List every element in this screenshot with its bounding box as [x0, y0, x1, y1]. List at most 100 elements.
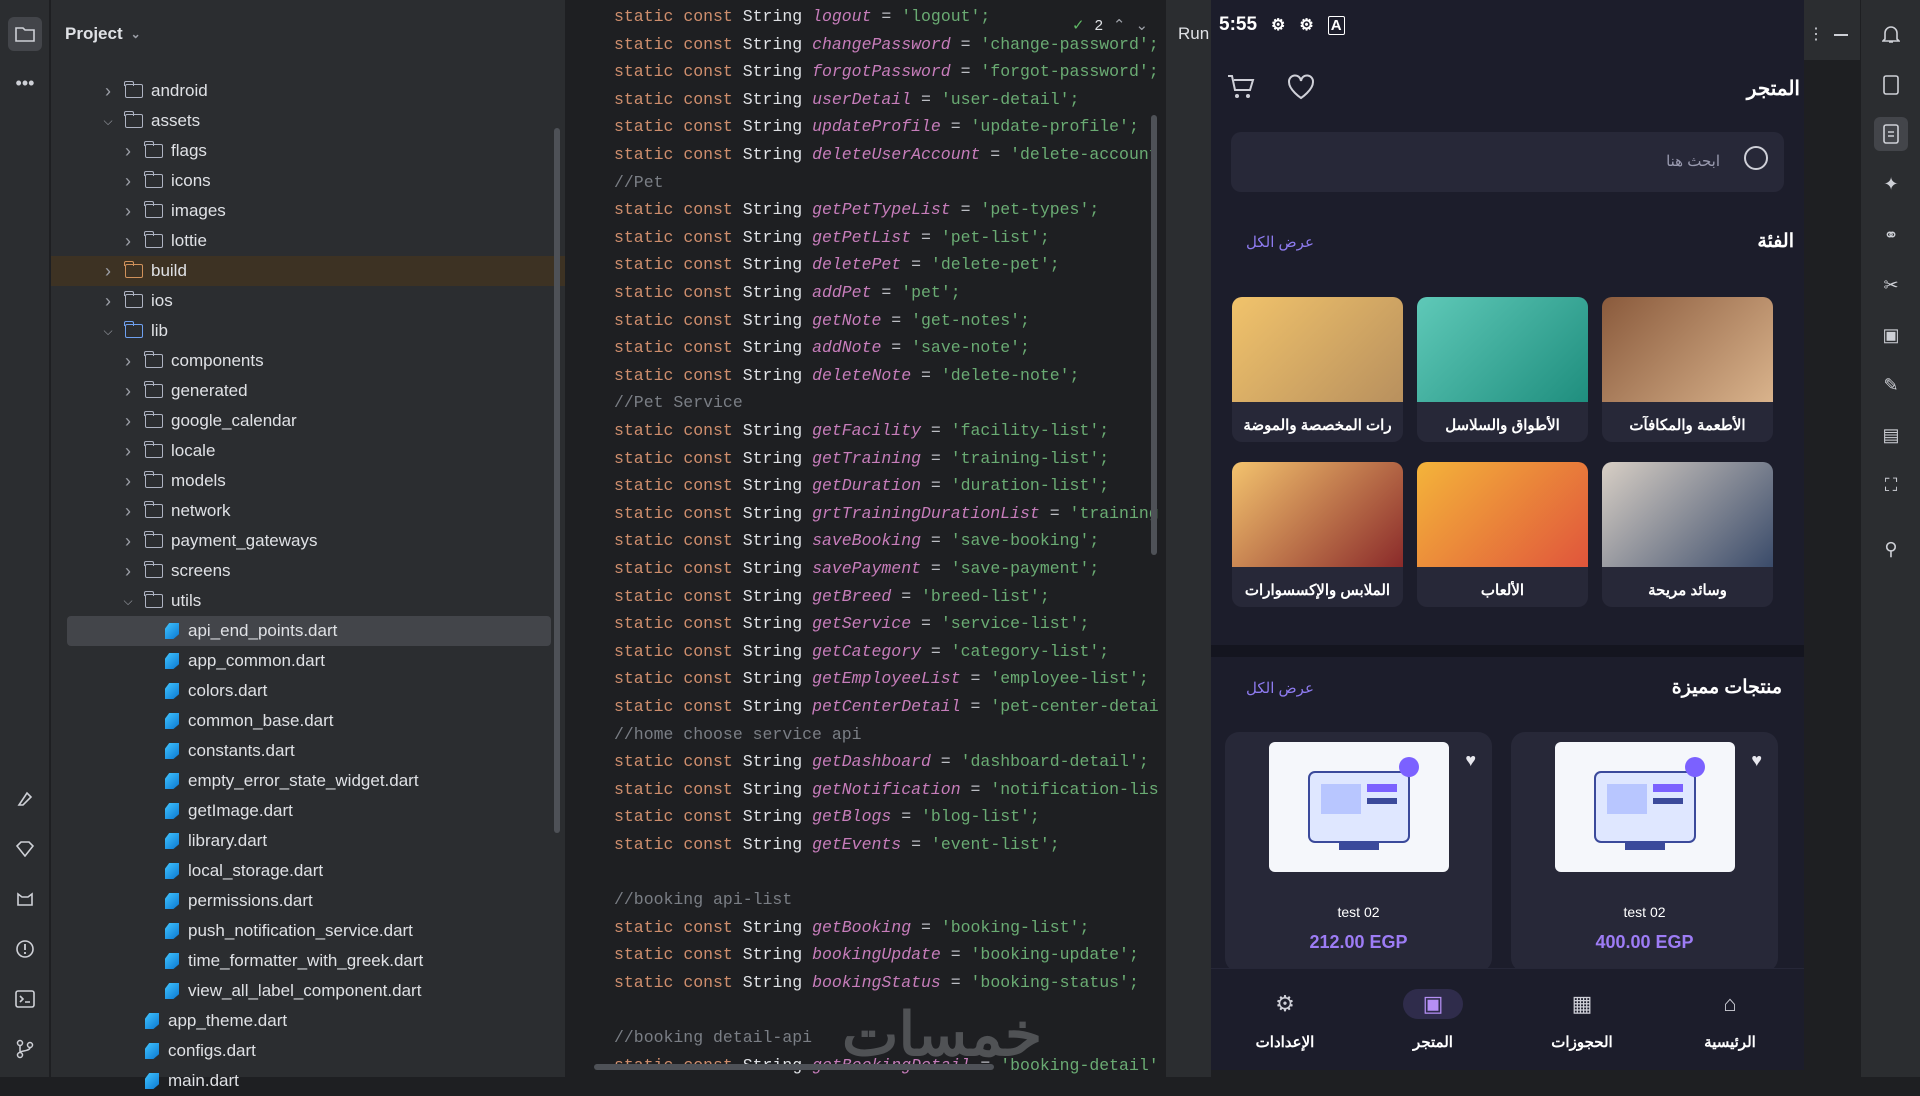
file-item[interactable]: time_formatter_with_greek.dart — [51, 946, 565, 976]
heart-icon[interactable]: ♥ — [1751, 750, 1762, 771]
terminal-icon[interactable] — [8, 982, 42, 1016]
device-explorer-icon[interactable]: ▤ — [1874, 418, 1908, 452]
nav-item-1[interactable]: ▦ الحجوزات — [1508, 969, 1656, 1070]
problems-icon[interactable] — [8, 932, 42, 966]
chevron-right-icon[interactable]: › — [121, 352, 135, 370]
cart-icon[interactable] — [1227, 74, 1255, 107]
gemini-sparkle-icon[interactable]: ✦ — [1874, 167, 1908, 201]
chevron-right-icon[interactable]: › — [121, 562, 135, 580]
folder-item[interactable]: › flags — [51, 136, 565, 166]
category-card[interactable]: الأطعمة والمكافآت — [1602, 297, 1773, 442]
code-line[interactable]: static const String getTraining = 'train… — [614, 446, 1109, 472]
file-item[interactable]: app_theme.dart — [51, 1006, 565, 1036]
category-card[interactable]: رات المخصصة والموضة — [1232, 297, 1403, 442]
editor-vertical-scrollbar[interactable] — [1151, 115, 1157, 555]
chevron-right-icon[interactable]: › — [121, 442, 135, 460]
code-line[interactable]: static const String addNote = 'save-note… — [614, 335, 1030, 361]
folder-item[interactable]: › locale — [51, 436, 565, 466]
code-line[interactable]: static const String updateProfile = 'upd… — [614, 114, 1139, 140]
code-line[interactable]: static const String addPet = 'pet'; — [614, 280, 961, 306]
code-line[interactable]: static const String getService = 'servic… — [614, 611, 1089, 637]
file-item[interactable]: colors.dart — [51, 676, 565, 706]
code-line[interactable]: static const String getNote = 'get-notes… — [614, 308, 1030, 334]
product-card[interactable]: ♥ test 02 212.00 EGP — [1225, 732, 1492, 972]
scissors-icon[interactable]: ✂ — [1874, 268, 1908, 302]
chevron-right-icon[interactable]: › — [121, 232, 135, 250]
notifications-bell-icon[interactable] — [1874, 17, 1908, 51]
chevron-right-icon[interactable]: › — [101, 82, 115, 100]
code-editor[interactable]: static const String logout = 'logout'; st… — [566, 0, 1166, 1077]
code-line[interactable]: static const String petCenterDetail = 'p… — [614, 694, 1159, 720]
file-item[interactable]: view_all_label_component.dart — [51, 976, 565, 1006]
nav-item-0[interactable]: ⌂ الرئيسية — [1656, 969, 1804, 1070]
more-vertical-icon[interactable]: ⋮ — [1808, 24, 1824, 44]
folder-item[interactable]: ⌵ utils — [51, 586, 565, 616]
code-line[interactable]: static const String bookingUpdate = 'boo… — [614, 942, 1139, 968]
folder-item[interactable]: › payment_gateways — [51, 526, 565, 556]
code-line[interactable]: static const String getCategory = 'categ… — [614, 639, 1109, 665]
code-line[interactable]: //booking api-list — [614, 887, 792, 913]
file-item[interactable]: constants.dart — [51, 736, 565, 766]
chevron-right-icon[interactable]: › — [121, 532, 135, 550]
run-tab[interactable]: Run — [1178, 24, 1209, 44]
code-line[interactable]: static const String getEmployeeList = 'e… — [614, 666, 1149, 692]
chevron-right-icon[interactable]: › — [121, 142, 135, 160]
code-line[interactable]: static const String getNotification = 'n… — [614, 777, 1159, 803]
heart-icon[interactable]: ♥ — [1465, 750, 1476, 771]
folder-item[interactable]: › build — [51, 256, 565, 286]
categories-view-all[interactable]: عرض الكل — [1246, 233, 1314, 251]
file-item[interactable]: library.dart — [51, 826, 565, 856]
product-card[interactable]: ♥ test 02 400.00 EGP — [1511, 732, 1778, 972]
chevron-down-icon[interactable]: ⌵ — [101, 114, 115, 128]
minimize-icon[interactable] — [1834, 34, 1848, 36]
folder-item[interactable]: › icons — [51, 166, 565, 196]
file-item[interactable]: push_notification_service.dart — [51, 916, 565, 946]
code-line[interactable]: static const String getFacility = 'facil… — [614, 418, 1109, 444]
code-line[interactable]: static const String getPetList = 'pet-li… — [614, 225, 1050, 251]
chevron-right-icon[interactable]: › — [101, 262, 115, 280]
folder-item[interactable]: › network — [51, 496, 565, 526]
folder-item[interactable]: ⌵ assets — [51, 106, 565, 136]
code-line[interactable]: static const String getEvents = 'event-l… — [614, 832, 1060, 858]
heart-outline-icon[interactable] — [1287, 74, 1315, 107]
code-line[interactable]: static const String getDuration = 'durat… — [614, 473, 1109, 499]
code-line[interactable]: static const String savePayment = 'save-… — [614, 556, 1099, 582]
folder-item[interactable]: › ios — [51, 286, 565, 316]
chevron-right-icon[interactable]: › — [121, 382, 135, 400]
device-manager-icon[interactable] — [1874, 68, 1908, 102]
code-line[interactable]: //Pet Service — [614, 390, 743, 416]
code-line[interactable]: static const String getBooking = 'bookin… — [614, 915, 1089, 941]
code-line[interactable]: static const String userDetail = 'user-d… — [614, 87, 1079, 113]
search-input[interactable]: ابحث هنا — [1231, 132, 1784, 192]
file-item[interactable]: empty_error_state_widget.dart — [51, 766, 565, 796]
folder-item[interactable]: › android — [51, 76, 565, 106]
code-line[interactable]: //home choose service api — [614, 722, 862, 748]
more-dots-icon[interactable]: ••• — [8, 66, 42, 100]
code-line[interactable]: static const String getBreed = 'breed-li… — [614, 584, 1050, 610]
category-card[interactable]: الأطواق والسلاسل — [1417, 297, 1588, 442]
category-card[interactable]: الملابس والإكسسوارات — [1232, 462, 1403, 607]
chevron-right-icon[interactable]: › — [121, 202, 135, 220]
file-item[interactable]: main.dart — [51, 1066, 565, 1096]
chevron-right-icon[interactable]: › — [121, 172, 135, 190]
code-line[interactable]: static const String bookingStatus = 'boo… — [614, 970, 1139, 996]
running-devices-icon[interactable] — [1874, 117, 1908, 151]
chevron-right-icon[interactable]: › — [121, 472, 135, 490]
nav-item-3[interactable]: ⚙ الإعدادات — [1211, 969, 1359, 1070]
chevron-right-icon[interactable]: › — [121, 502, 135, 520]
category-card[interactable]: وسائد مريحة — [1602, 462, 1773, 607]
code-line[interactable]: //booking detail-api — [614, 1025, 812, 1051]
layout-inspector-icon[interactable]: ⛶ — [1874, 468, 1908, 502]
chevron-down-icon[interactable]: ⌵ — [121, 594, 135, 608]
folder-item[interactable]: › lottie — [51, 226, 565, 256]
file-item[interactable]: common_base.dart — [51, 706, 565, 736]
folder-item[interactable]: › models — [51, 466, 565, 496]
folder-item[interactable]: › generated — [51, 376, 565, 406]
flutter-inspector-icon[interactable] — [8, 782, 42, 816]
code-line[interactable]: static const String deleteNote = 'delete… — [614, 363, 1079, 389]
nav-item-2[interactable]: ▣ المتجر — [1359, 969, 1507, 1070]
chevron-right-icon[interactable]: › — [121, 412, 135, 430]
code-line[interactable]: static const String getPetTypeList = 'pe… — [614, 197, 1099, 223]
code-line[interactable]: static const String forgotPassword = 'fo… — [614, 59, 1159, 85]
file-item[interactable]: getImage.dart — [51, 796, 565, 826]
